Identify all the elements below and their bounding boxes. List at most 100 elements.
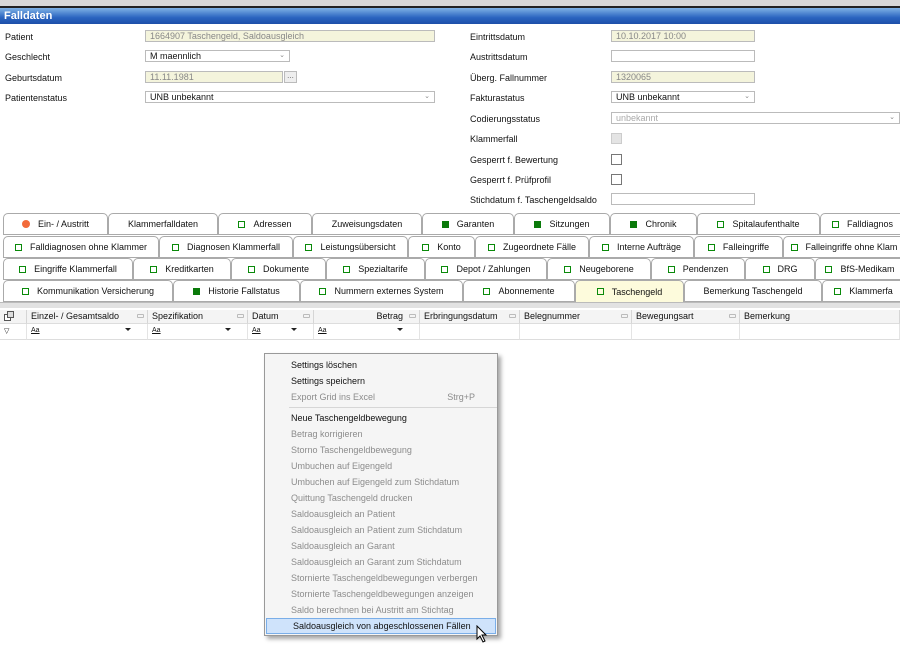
tab-adressen[interactable]: Adressen [218, 213, 312, 235]
pin-icon[interactable] [509, 314, 516, 318]
chevron-down-icon: ⌄ [744, 93, 750, 100]
menu-item-storno-taschengeldbewegung[interactable]: Storno Taschengeldbewegung [265, 442, 497, 458]
menu-item-saldoausgleich-von-abgeschlossenen-fa-llen[interactable]: Saldoausgleich von abgeschlossenen Fälle… [266, 618, 496, 634]
stichdatum-f-taschengeldsaldo-field[interactable] [611, 193, 755, 205]
tab-konto[interactable]: Konto [408, 236, 475, 258]
column-header-spezifikation[interactable]: Spezifikation [148, 310, 248, 324]
menu-item-quittung-taschengeld-drucken[interactable]: Quittung Taschengeld drucken [265, 490, 497, 506]
tab-falleingriffe-ohne-klam[interactable]: Falleingriffe ohne Klam [783, 236, 900, 258]
column-header-belegnummer[interactable]: Belegnummer [520, 310, 632, 324]
column-chooser-button[interactable] [0, 310, 27, 324]
menu-item-saldoausgleich-an-garant[interactable]: Saldoausgleich an Garant [265, 538, 497, 554]
menu-item-settings-speichern[interactable]: Settings speichern [265, 373, 497, 389]
tab-kreditkarten[interactable]: Kreditkarten [133, 258, 231, 280]
tab-diagnosen-klammerfall[interactable]: Diagnosen Klammerfall [159, 236, 293, 258]
menu-item-stornierte-taschengeldbewegungen-verbergen[interactable]: Stornierte Taschengeldbewegungen verberg… [265, 570, 497, 586]
menu-item-saldoausgleich-an-patient-zum-stichdatum[interactable]: Saldoausgleich an Patient zum Stichdatum [265, 522, 497, 538]
tab-label: Zuweisungsdaten [331, 219, 403, 229]
tab-bfs-medikam[interactable]: BfS-Medikam [815, 258, 900, 280]
filled-square-icon [630, 220, 638, 228]
menu-item-betrag-korrigieren[interactable]: Betrag korrigieren [265, 426, 497, 442]
austrittsdatum-field[interactable] [611, 50, 755, 62]
tab-falldiagnosen-ohne-klammer[interactable]: Falldiagnosen ohne Klammer [3, 236, 159, 258]
filter-cell-betrag[interactable]: Aa [314, 324, 420, 340]
tab-taschengeld[interactable]: Taschengeld [575, 280, 684, 303]
geburtsdatum-field[interactable]: 11.11.1981 [145, 71, 283, 83]
tab-kommunikation-versicherung[interactable]: Kommunikation Versicherung [3, 280, 173, 302]
tab-zuweisungsdaten[interactable]: Zuweisungsdaten [312, 213, 422, 235]
tab-spitalaufenthalte[interactable]: Spitalaufenthalte [697, 213, 820, 235]
filter-cell-spezifikation[interactable]: Aa [148, 324, 248, 340]
tab-eingriffe-klammerfall[interactable]: Eingriffe Klammerfall [3, 258, 133, 280]
tab-falleingriffe[interactable]: Falleingriffe [694, 236, 783, 258]
patient-field[interactable]: 1664907 Taschengeld, Saldoausgleich [145, 30, 435, 42]
tab-neugeborene[interactable]: Neugeborene [547, 258, 651, 280]
tab-drg[interactable]: DRG [745, 258, 815, 280]
gesperrt-f-bewertung-checkbox[interactable] [611, 154, 622, 165]
pin-icon[interactable] [409, 314, 416, 318]
tab-historie-fallstatus[interactable]: Historie Fallstatus [173, 280, 300, 302]
outline-square-icon [487, 243, 495, 251]
menu-item-saldoausgleich-an-patient[interactable]: Saldoausgleich an Patient [265, 506, 497, 522]
tab-content-border [0, 302, 900, 308]
tab-klammerfalldaten[interactable]: Klammerfalldaten [108, 213, 218, 235]
menu-item-umbuchen-auf-eigengeld-zum-stichdatum[interactable]: Umbuchen auf Eigengeld zum Stichdatum [265, 474, 497, 490]
menu-item-neue-taschengeldbewegung[interactable]: Neue Taschengeldbewegung [265, 410, 497, 426]
tab-pendenzen[interactable]: Pendenzen [651, 258, 745, 280]
pin-icon[interactable] [621, 314, 628, 318]
column-header-betrag[interactable]: Betrag [314, 310, 420, 324]
tab-falldiagnos[interactable]: Falldiagnos [820, 213, 900, 235]
menu-item-saldoausgleich-an-garant-zum-stichdatum[interactable]: Saldoausgleich an Garant zum Stichdatum [265, 554, 497, 570]
tab-abonnemente[interactable]: Abonnemente [463, 280, 575, 302]
tab-chronik[interactable]: Chronik [610, 213, 697, 235]
pin-icon[interactable] [137, 314, 144, 318]
column-header-label: Bewegungsart [636, 311, 694, 321]
tab-label: Abonnemente [498, 286, 555, 296]
pin-icon[interactable] [303, 314, 310, 318]
dropdown-arrow-icon[interactable] [125, 328, 131, 331]
tab-leistungsu-bersicht[interactable]: Leistungsübersicht [293, 236, 408, 258]
patientenstatus-select[interactable]: UNB unbekannt ⌄ [145, 91, 435, 103]
filter-cell-einzel-gesamtsaldo[interactable]: Aa [27, 324, 148, 340]
tab-depot-zahlungen[interactable]: Depot / Zahlungen [425, 258, 547, 280]
menu-item-settings-lo-schen[interactable]: Settings löschen [265, 357, 497, 373]
column-header-bemerkung[interactable]: Bemerkung [740, 310, 900, 324]
tab-sitzungen[interactable]: Sitzungen [514, 213, 610, 235]
tab-nummern-externes-system[interactable]: Nummern externes System [300, 280, 463, 302]
pin-icon[interactable] [237, 314, 244, 318]
tab-label: Klammerfa [849, 286, 893, 296]
date-picker-button[interactable]: ... [284, 71, 297, 83]
tab-label: Diagnosen Klammerfall [186, 242, 281, 252]
dropdown-arrow-icon[interactable] [291, 328, 297, 331]
filter-cell-datum[interactable]: Aa [248, 324, 314, 340]
outline-square-icon [441, 265, 449, 273]
tab-dokumente[interactable]: Dokumente [231, 258, 326, 280]
dropdown-arrow-icon[interactable] [397, 328, 403, 331]
tab-interne-auftra-ge[interactable]: Interne Aufträge [589, 236, 694, 258]
tab-spezialtarife[interactable]: Spezialtarife [326, 258, 425, 280]
outline-square-icon [762, 265, 770, 273]
menu-item-stornierte-taschengeldbewegungen-anzeigen[interactable]: Stornierte Taschengeldbewegungen anzeige… [265, 586, 497, 602]
menu-item-umbuchen-auf-eigengeld[interactable]: Umbuchen auf Eigengeld [265, 458, 497, 474]
tab-klammerfa[interactable]: Klammerfa [822, 280, 900, 302]
column-header-erbringungsdatum[interactable]: Erbringungsdatum [420, 310, 520, 324]
column-header-einzel-gesamtsaldo[interactable]: Einzel- / Gesamtsaldo [27, 310, 148, 324]
geschlecht-select[interactable]: M maennlich ⌄ [145, 50, 290, 62]
column-header-datum[interactable]: Datum [248, 310, 314, 324]
tab-zugeordnete-fa-lle[interactable]: Zugeordnete Fälle [475, 236, 589, 258]
fakturastatus-select[interactable]: UNB unbekannt ⌄ [611, 91, 755, 103]
pin-icon[interactable] [729, 314, 736, 318]
dropdown-arrow-icon[interactable] [225, 328, 231, 331]
column-header-bewegungsart[interactable]: Bewegungsart [632, 310, 740, 324]
menu-item-saldo-berechnen-bei-austritt-am-stichtag[interactable]: Saldo berechnen bei Austritt am Stichtag [265, 602, 497, 618]
menu-item-label: Umbuchen auf Eigengeld zum Stichdatum [291, 477, 460, 487]
tab-ein-austritt[interactable]: Ein- / Austritt [3, 213, 108, 235]
filter-operator: Aa [31, 327, 40, 334]
menu-item-export-grid-ins-excel[interactable]: Export Grid ins Excel Strg+P [265, 389, 497, 405]
gesperrt-f-pru-fprofil-checkbox[interactable] [611, 174, 622, 185]
outline-square-icon [150, 265, 158, 273]
tab-label: Kommunikation Versicherung [36, 286, 155, 296]
tab-bemerkung-taschengeld[interactable]: Bemerkung Taschengeld [684, 280, 822, 302]
tab-label: Adressen [253, 219, 292, 229]
tab-garanten[interactable]: Garanten [422, 213, 514, 235]
